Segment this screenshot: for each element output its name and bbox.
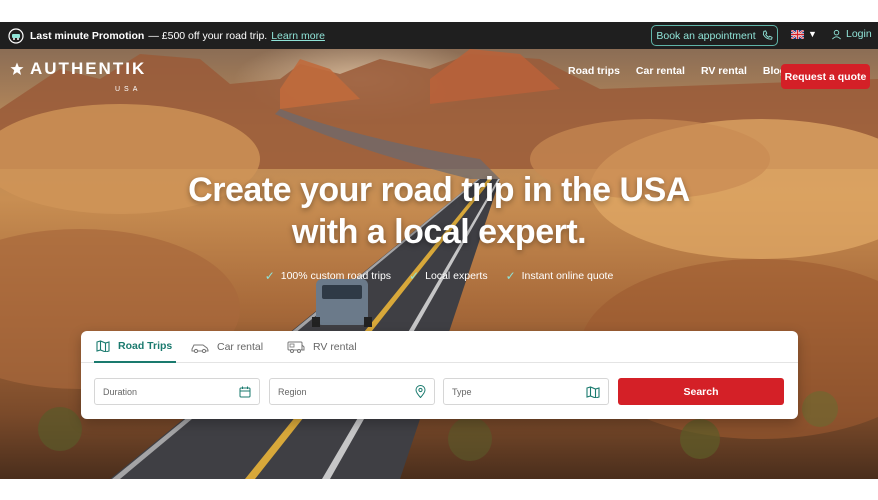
check-icon: ✓ — [264, 269, 275, 283]
chevron-down-icon: ▼ — [808, 29, 817, 39]
feature-label: Instant online quote — [521, 270, 614, 282]
tab-label: Car rental — [217, 341, 264, 353]
headline-line-2: with a local expert. — [291, 213, 587, 251]
map-icon — [586, 385, 600, 398]
feature-label: 100% custom road trips — [280, 270, 392, 282]
language-selector[interactable]: ▼ — [791, 29, 817, 39]
brand-subtitle: USA — [115, 86, 142, 93]
login-label: Login — [846, 28, 872, 40]
tab-rv-rental[interactable]: RV rental — [287, 331, 357, 363]
phone-icon — [762, 30, 773, 40]
request-quote-button[interactable]: Request a quote — [781, 64, 870, 89]
promo-text: — £500 off your road trip. — [148, 29, 268, 42]
main-navigation: Road trips Car rental RV rental Blog — [568, 65, 786, 77]
promo-banner: Last minute Promotion — £500 off your ro… — [8, 27, 325, 44]
tab-label: Road Trips — [118, 340, 173, 352]
check-icon: ✓ — [505, 269, 516, 283]
location-pin-icon — [415, 385, 426, 398]
search-tabs: Road Trips Car rental RV rental — [81, 331, 798, 363]
promo-title: Last minute Promotion — [30, 29, 145, 42]
headline-line-1: Create your road trip in the USA — [188, 171, 690, 209]
feature-item: ✓ 100% custom road trips — [265, 269, 391, 283]
uk-flag-icon — [791, 29, 804, 39]
brand-logo[interactable]: AUTHENTIK USA — [10, 59, 147, 93]
tab-road-trips[interactable]: Road Trips — [94, 331, 176, 363]
search-button[interactable]: Search — [618, 378, 784, 405]
type-field[interactable]: Type — [443, 378, 609, 405]
book-appointment-label: Book an appointment — [656, 29, 756, 42]
user-icon — [832, 29, 841, 39]
tab-label: RV rental — [313, 341, 357, 353]
nav-road-trips[interactable]: Road trips — [568, 65, 620, 77]
book-appointment-button[interactable]: Book an appointment — [651, 25, 778, 46]
map-icon — [96, 340, 110, 352]
feature-item: ✓ Local experts — [409, 269, 488, 283]
region-placeholder: Region — [278, 386, 307, 397]
top-promo-bar: Last minute Promotion — £500 off your ro… — [0, 22, 878, 49]
duration-field[interactable]: Duration — [94, 378, 260, 405]
feature-label: Local experts — [425, 270, 488, 282]
region-field[interactable]: Region — [269, 378, 435, 405]
login-link[interactable]: Login — [831, 28, 872, 40]
search-card: Road Trips Car rental RV rental Duration — [81, 331, 798, 419]
hero-headline: Create your road trip in the USA with a … — [0, 169, 878, 253]
tab-car-rental[interactable]: Car rental — [191, 331, 263, 363]
calendar-icon — [239, 386, 251, 397]
nav-car-rental[interactable]: Car rental — [636, 65, 685, 77]
type-placeholder: Type — [452, 386, 472, 397]
van-badge-icon — [8, 27, 24, 44]
feature-item: ✓ Instant online quote — [506, 269, 614, 283]
learn-more-link[interactable]: Learn more — [271, 30, 325, 42]
duration-placeholder: Duration — [103, 386, 138, 397]
brand-name: AUTHENTIK — [30, 59, 147, 78]
star-icon — [10, 62, 24, 75]
feature-list: ✓ 100% custom road trips ✓ Local experts… — [0, 269, 878, 283]
nav-rv-rental[interactable]: RV rental — [701, 65, 747, 77]
car-icon — [191, 344, 209, 353]
rv-icon — [287, 341, 305, 353]
check-icon: ✓ — [409, 269, 420, 283]
